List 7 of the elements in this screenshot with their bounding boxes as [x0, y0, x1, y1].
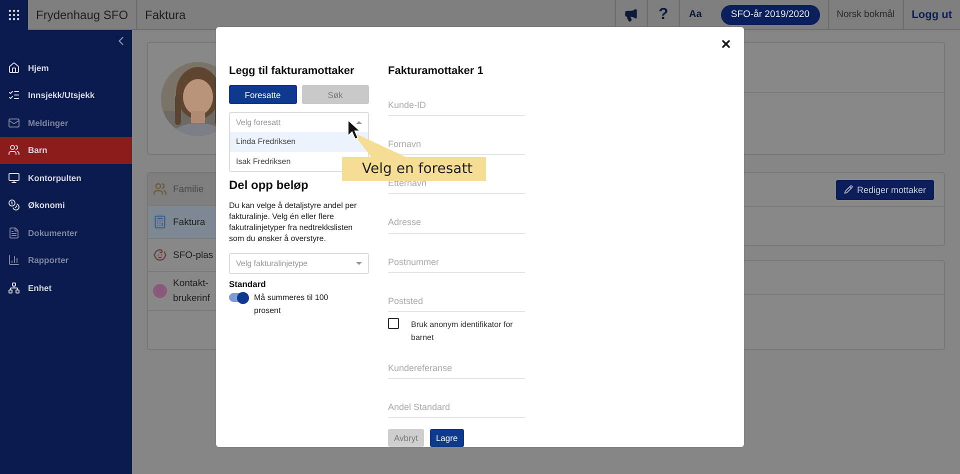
toggle-label: Må summeres til 100 prosent	[254, 292, 330, 317]
checkbox-label: Bruk anonym identifikator for barnet	[411, 318, 514, 344]
page-title: Faktura	[144, 8, 187, 22]
app-name: Frydenhaug SFO	[35, 8, 130, 22]
section-title: Fakturamottaker 1	[388, 65, 484, 77]
dropdown-placeholder: Velg foresatt	[236, 118, 280, 127]
section-title: Legg til fakturamottaker	[229, 65, 356, 77]
